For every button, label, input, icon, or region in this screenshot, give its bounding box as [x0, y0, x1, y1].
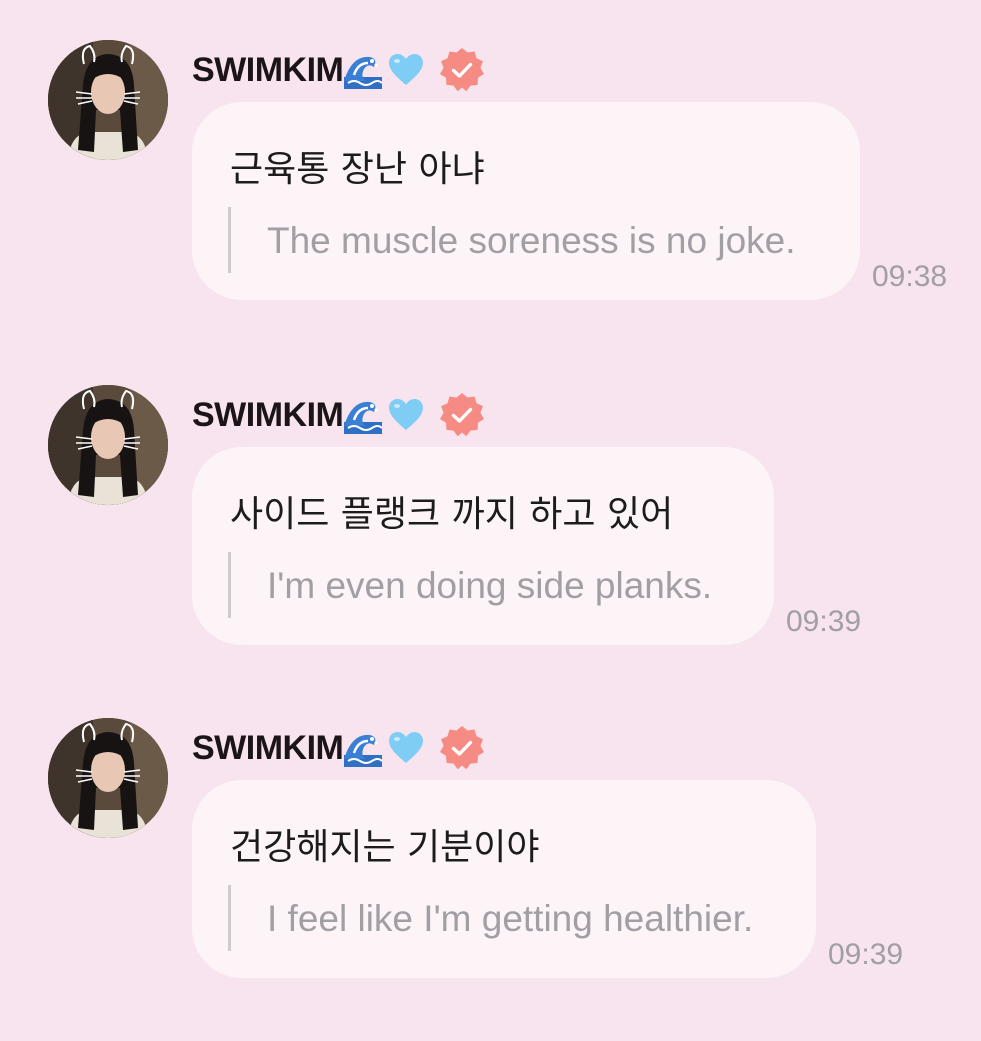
- sender-name[interactable]: SWIMKIM: [192, 729, 344, 768]
- wave-emoji-icon: [344, 729, 384, 767]
- sender-name[interactable]: SWIMKIM: [192, 51, 344, 90]
- translation-text: The muscle soreness is no joke.: [267, 220, 796, 261]
- timestamp: 09:39: [828, 938, 904, 971]
- message-text: 근육통 장난 아냐: [230, 149, 485, 190]
- avatar-photo: [48, 40, 168, 160]
- translation-text: I feel like I'm getting healthier.: [267, 898, 754, 939]
- avatar[interactable]: [48, 40, 168, 160]
- message-bubble[interactable]: 근육통 장난 아냐 The muscle soreness is no joke…: [192, 102, 860, 300]
- message-bubble[interactable]: 사이드 플랭크 까지 하고 있어 I'm even doing side pla…: [192, 447, 774, 645]
- verified-badge-icon: [438, 724, 486, 772]
- message-text: 사이드 플랭크 까지 하고 있어: [230, 494, 674, 535]
- timestamp: 09:38: [872, 260, 948, 293]
- quote-bar: [228, 552, 231, 618]
- timestamp: 09:39: [786, 605, 862, 638]
- message-bubble[interactable]: 건강해지는 기분이야 I feel like I'm getting healt…: [192, 780, 816, 978]
- light-blue-heart-icon: [388, 53, 424, 87]
- quote-bar: [228, 885, 231, 951]
- light-blue-heart-icon: [388, 398, 424, 432]
- avatar[interactable]: [48, 385, 168, 505]
- wave-emoji-icon: [344, 51, 384, 89]
- sender-row: SWIMKIM: [192, 46, 486, 94]
- sender-row: SWIMKIM: [192, 724, 486, 772]
- wave-emoji-icon: [344, 396, 384, 434]
- avatar-photo: [48, 385, 168, 505]
- light-blue-heart-icon: [388, 731, 424, 765]
- verified-badge-icon: [438, 391, 486, 439]
- message-text: 건강해지는 기분이야: [230, 827, 540, 868]
- quote-bar: [228, 207, 231, 273]
- verified-badge-icon: [438, 46, 486, 94]
- avatar[interactable]: [48, 718, 168, 838]
- sender-row: SWIMKIM: [192, 391, 486, 439]
- sender-name[interactable]: SWIMKIM: [192, 396, 344, 435]
- avatar-photo: [48, 718, 168, 838]
- translation-text: I'm even doing side planks.: [267, 565, 713, 606]
